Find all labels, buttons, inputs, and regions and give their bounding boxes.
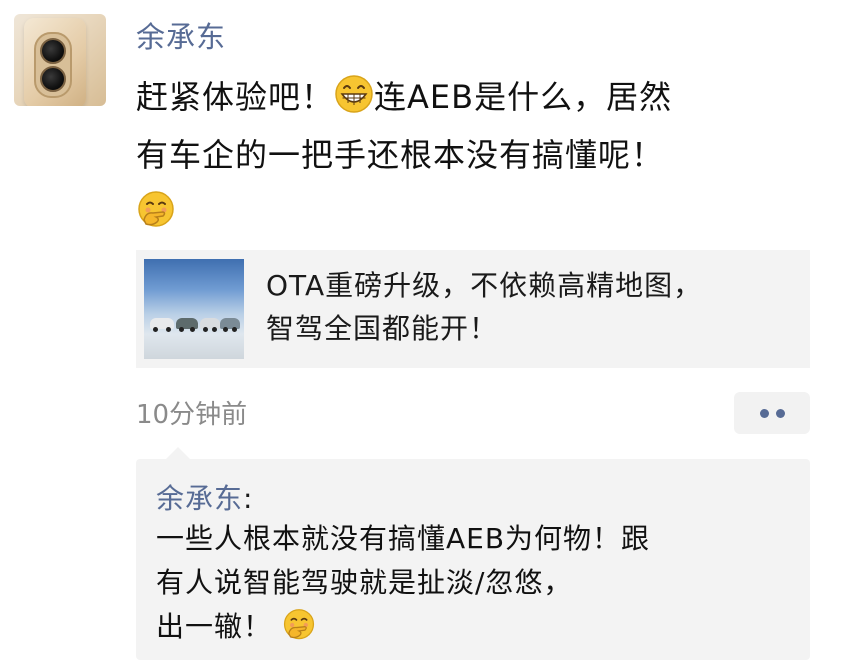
post-timestamp: 10分钟前 <box>136 400 248 430</box>
link-thumbnail-image <box>144 259 244 359</box>
post-username[interactable]: 余承东 <box>136 14 226 56</box>
avatar[interactable] <box>14 14 106 106</box>
wheel-shape <box>190 327 195 332</box>
car-shape <box>176 318 198 332</box>
link-title: OTA重磅升级，不依赖高精地图， 智驾全国都能开！ <box>266 264 796 350</box>
comment-text-line-3: 出一辙！ <box>156 605 796 649</box>
post-text-segment: 连AEB是什么，居然 <box>374 78 673 116</box>
wheel-shape <box>212 327 217 332</box>
camera-lens-icon <box>40 38 66 64</box>
car-shape <box>150 318 174 332</box>
wheel-shape <box>179 327 184 332</box>
comment-text-line: 有人说智能驾驶就是扯淡/忽悠， <box>156 566 573 599</box>
comment-colon: : <box>243 482 254 515</box>
more-dots-icon <box>760 409 769 418</box>
wheel-shape <box>223 327 228 332</box>
comment-text[interactable]: 一些人根本就没有搞懂AEB为何物！跟 有人说智能驾驶就是扯淡/忽悠， 出一辙！ <box>156 517 796 649</box>
post-text-line-1: 赶紧体验吧！ 连AEB是什么，居然 <box>136 68 826 126</box>
link-title-line: OTA重磅升级，不依赖高精地图， <box>266 269 703 302</box>
comment-author-row: 余承东: <box>156 477 253 517</box>
car-shape <box>200 318 220 332</box>
camera-lens-icon <box>40 66 66 92</box>
face-with-hand-over-mouth-emoji-icon <box>282 608 316 642</box>
wheel-shape <box>232 327 237 332</box>
wheel-shape <box>203 327 208 332</box>
post-text-line-3 <box>136 184 826 242</box>
post-text-segment: 赶紧体验吧！ <box>136 78 335 116</box>
comment-text-line: 一些人根本就没有搞懂AEB为何物！跟 <box>156 522 651 555</box>
wheel-shape <box>153 327 158 332</box>
post-text-line-2: 有车企的一把手还根本没有搞懂呢！ <box>136 136 665 174</box>
more-dots-icon <box>776 409 785 418</box>
car-shape <box>220 318 240 332</box>
link-title-line: 智驾全国都能开！ <box>266 312 499 345</box>
comment-text-segment: 出一辙！ <box>156 610 273 643</box>
post-text: 赶紧体验吧！ 连AEB是什么，居然 有车企的一把手还根本没有搞懂呢！ <box>136 68 826 242</box>
grinning-face-emoji-icon <box>334 74 374 114</box>
camera-module <box>34 32 72 98</box>
comment-box: 余承东: 一些人根本就没有搞懂AEB为何物！跟 有人说智能驾驶就是扯淡/忽悠， … <box>136 447 810 660</box>
phone-back-image <box>24 18 86 106</box>
shared-link-card[interactable]: OTA重磅升级，不依赖高精地图， 智驾全国都能开！ <box>136 250 810 368</box>
face-with-hand-over-mouth-emoji-icon <box>136 190 176 230</box>
wheel-shape <box>166 327 171 332</box>
comment-author-name[interactable]: 余承东 <box>156 482 243 515</box>
more-actions-button[interactable] <box>734 392 810 434</box>
